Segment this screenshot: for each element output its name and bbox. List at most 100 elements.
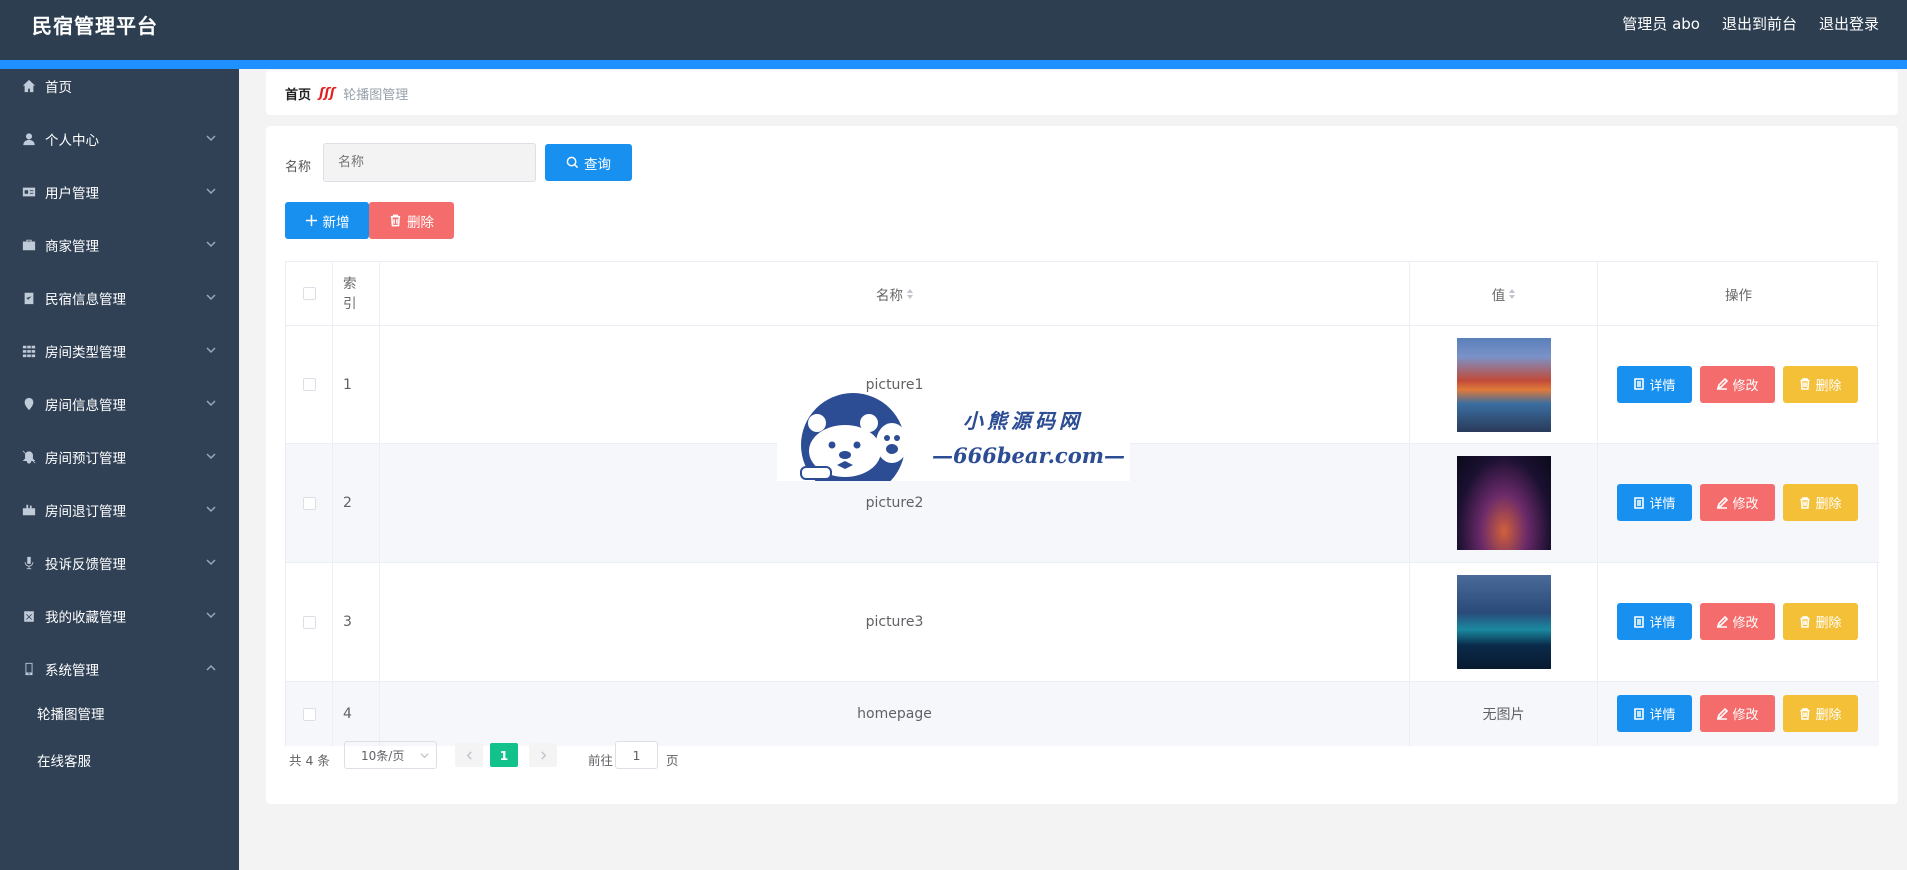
bell-off-icon — [22, 450, 36, 464]
breadcrumb-card: 首页 ʃʃʃ 轮播图管理 — [266, 70, 1898, 115]
watermark-logo: 小熊源码网 —666bear.com— — [777, 393, 1130, 497]
breadcrumb-home[interactable]: 首页 — [285, 84, 311, 103]
sidebar-item-complaints[interactable]: 投诉反馈管理 — [0, 543, 239, 583]
document-icon — [1634, 707, 1645, 720]
batch-delete-button[interactable]: 删除 — [369, 202, 454, 239]
select-all-checkbox[interactable] — [302, 287, 316, 300]
search-input[interactable] — [323, 143, 536, 182]
breadcrumb: 首页 ʃʃʃ 轮播图管理 — [285, 84, 408, 103]
chevron-down-icon — [205, 185, 217, 197]
delete-button[interactable]: 删除 — [1783, 695, 1858, 732]
chevron-down-icon — [205, 609, 217, 621]
trash-icon — [1800, 707, 1810, 720]
detail-button[interactable]: 详情 — [1617, 603, 1692, 640]
row-checkbox[interactable] — [302, 707, 316, 721]
id-card-icon — [22, 185, 36, 199]
row-checkbox[interactable] — [302, 378, 316, 391]
edit-button-label: 修改 — [1732, 616, 1759, 631]
batch-delete-button-label: 删除 — [407, 214, 434, 231]
sidebar-item-label: 个人中心 — [45, 133, 99, 149]
sidebar: 首页 个人中心 用户管理 商家管理 民宿信息管理 房间类型管理 房间信息管理 房… — [0, 69, 239, 870]
sidebar-item-label: 我的收藏管理 — [45, 610, 126, 626]
edit-button-label: 修改 — [1732, 708, 1759, 723]
delete-button-label: 删除 — [1815, 616, 1842, 631]
sidebar-item-system-management[interactable]: 系统管理 — [0, 649, 239, 689]
row-index: 4 — [343, 706, 352, 722]
watermark-cn-text: 小熊源码网 — [963, 409, 1083, 433]
sidebar-item-room-info[interactable]: 房间信息管理 — [0, 384, 239, 424]
detail-button-label: 详情 — [1649, 497, 1676, 512]
row-checkbox[interactable] — [302, 615, 316, 629]
sidebar-item-favorites[interactable]: 我的收藏管理 — [0, 596, 239, 636]
prev-page-button[interactable] — [455, 743, 483, 767]
carousel-thumbnail-image[interactable] — [1456, 337, 1551, 432]
sidebar-subitem-carousel[interactable]: 轮播图管理 — [0, 693, 239, 733]
goto-page-input[interactable] — [615, 741, 658, 769]
edit-button[interactable]: 修改 — [1700, 603, 1775, 640]
delete-button[interactable]: 删除 — [1783, 603, 1858, 640]
detail-button[interactable]: 详情 — [1617, 695, 1692, 732]
pencil-icon — [1717, 615, 1729, 628]
row-index: 3 — [343, 614, 352, 630]
sidebar-item-merchant-management[interactable]: 商家管理 — [0, 225, 239, 265]
top-bar: 民宿管理平台 管理员 abo 退出到前台 退出登录 — [0, 0, 1907, 60]
exit-to-front-link[interactable]: 退出到前台 — [1722, 13, 1797, 34]
goto-label: 前往 — [588, 753, 614, 768]
document-icon — [1634, 378, 1645, 390]
breadcrumb-current: 轮播图管理 — [343, 88, 409, 103]
briefcase-icon — [22, 238, 36, 252]
bear-mascot-icon — [800, 393, 908, 497]
chevron-up-icon — [205, 662, 217, 674]
app-title: 民宿管理平台 — [32, 14, 158, 38]
sidebar-item-personal-center[interactable]: 个人中心 — [0, 119, 239, 159]
chevron-down-icon — [420, 753, 429, 759]
trash-icon — [1800, 378, 1810, 390]
carousel-thumbnail-image[interactable] — [1456, 456, 1551, 550]
detail-button[interactable]: 详情 — [1617, 484, 1692, 521]
sidebar-item-label: 首页 — [45, 80, 72, 96]
sort-icon[interactable] — [1509, 288, 1516, 299]
document-icon — [1634, 615, 1645, 628]
location-icon — [22, 397, 36, 411]
sort-icon[interactable] — [907, 288, 913, 299]
sidebar-subitem-online-service[interactable]: 在线客服 — [0, 740, 239, 780]
chevron-down-icon — [205, 450, 217, 462]
column-header-name[interactable]: 名称 — [876, 284, 903, 304]
pencil-icon — [1717, 378, 1729, 390]
goto-suffix: 页 — [666, 753, 679, 768]
carousel-thumbnail-image[interactable] — [1456, 575, 1551, 669]
page-size-select[interactable]: 10条/页 — [344, 741, 437, 769]
delete-button[interactable]: 删除 — [1783, 365, 1858, 403]
detail-button[interactable]: 详情 — [1617, 365, 1692, 403]
chevron-down-icon — [205, 503, 217, 515]
row-name: picture3 — [865, 614, 924, 630]
edit-button[interactable]: 修改 — [1700, 695, 1775, 732]
delete-button[interactable]: 删除 — [1783, 484, 1858, 521]
sidebar-item-homestay-info[interactable]: 民宿信息管理 — [0, 278, 239, 318]
trash-icon — [1800, 615, 1810, 628]
next-page-button[interactable] — [529, 743, 557, 767]
sidebar-item-room-booking[interactable]: 房间预订管理 — [0, 437, 239, 477]
carousel-table: 索引 名称 值 操作 1 picture1 详情 修改 删除 2 picture… — [285, 261, 1879, 746]
chevron-down-icon — [205, 556, 217, 568]
edit-button-label: 修改 — [1732, 497, 1759, 512]
home-icon — [22, 79, 36, 93]
table-row: 3 picture3 详情 修改 删除 — [286, 563, 1879, 682]
page-size-value: 10条/页 — [361, 748, 405, 763]
sidebar-item-home[interactable]: 首页 — [0, 66, 239, 106]
page-number-active[interactable]: 1 — [490, 743, 518, 767]
edit-button[interactable]: 修改 — [1700, 365, 1775, 403]
column-header-value[interactable]: 值 — [1492, 284, 1506, 304]
search-button[interactable]: 查询 — [545, 144, 632, 181]
sidebar-item-user-management[interactable]: 用户管理 — [0, 172, 239, 212]
logout-link[interactable]: 退出登录 — [1819, 13, 1879, 34]
chevron-down-icon — [205, 132, 217, 144]
edit-button[interactable]: 修改 — [1700, 484, 1775, 521]
add-button[interactable]: 新增 — [285, 202, 369, 239]
breadcrumb-separator-icon: ʃʃʃ — [319, 86, 336, 101]
sidebar-item-room-type[interactable]: 房间类型管理 — [0, 331, 239, 371]
row-checkbox[interactable] — [302, 496, 316, 510]
sidebar-item-room-cancellation[interactable]: 房间退订管理 — [0, 490, 239, 530]
microphone-icon — [22, 556, 36, 570]
table-row: 4 homepage 无图片 详情 修改 删除 — [286, 682, 1879, 746]
